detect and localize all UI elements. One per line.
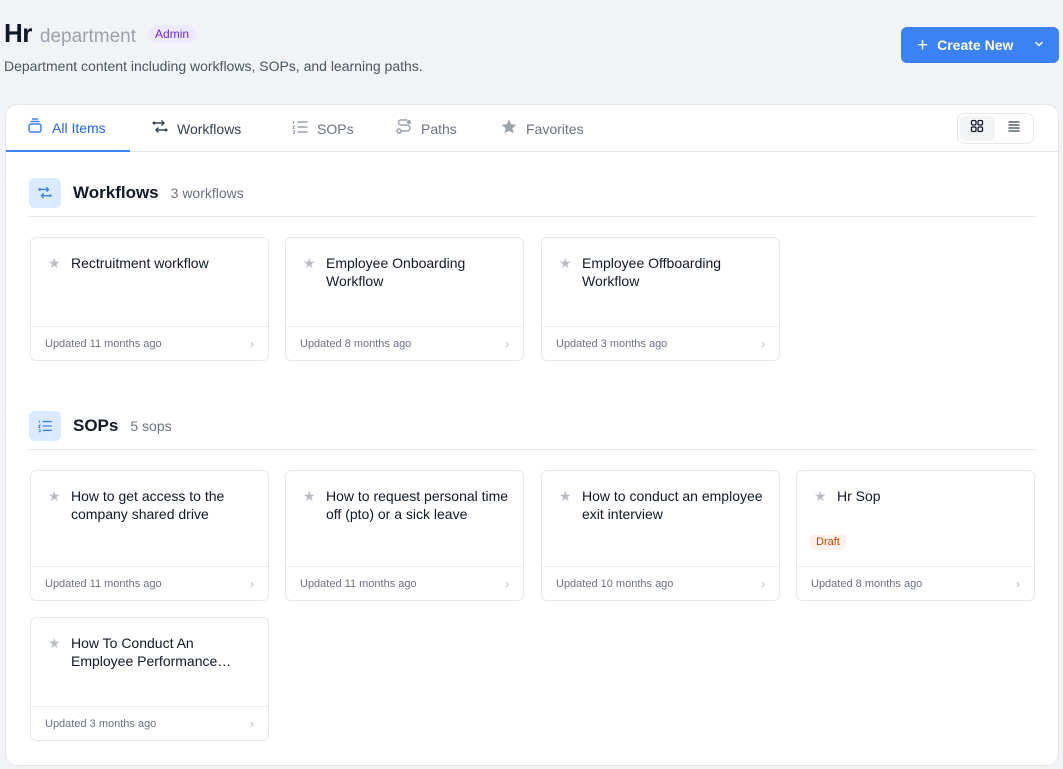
- sop-card[interactable]: ★ How to conduct an employee exit interv…: [541, 470, 780, 601]
- updated-text: Updated 8 months ago: [811, 577, 923, 590]
- list-icon: [291, 118, 309, 139]
- create-new-label: Create New: [937, 37, 1014, 53]
- updated-text: Updated 3 months ago: [45, 717, 157, 730]
- card-title: How to get access to the company shared …: [71, 488, 225, 522]
- card-footer: Updated 8 months ago ›: [797, 566, 1034, 600]
- tab-label: Workflows: [177, 120, 242, 137]
- page-title-suffix: department: [39, 26, 137, 47]
- tab-sops[interactable]: SOPs: [291, 105, 354, 152]
- tab-workflows[interactable]: Workflows: [151, 105, 241, 152]
- favorite-star-icon[interactable]: ★: [48, 635, 61, 652]
- page-title: Hr: [4, 18, 32, 48]
- star-icon: [500, 118, 518, 139]
- view-toggle: [957, 113, 1034, 144]
- workflow-icon: [151, 118, 169, 139]
- sop-card[interactable]: ★ How to get access to the company share…: [30, 470, 269, 601]
- chevron-down-icon: [1033, 37, 1045, 53]
- grid-view-button[interactable]: [960, 116, 995, 141]
- favorite-star-icon[interactable]: ★: [48, 488, 61, 505]
- chevron-right-icon: ›: [505, 576, 509, 591]
- card-footer: Updated 11 months ago ›: [31, 566, 268, 600]
- updated-text: Updated 10 months ago: [556, 577, 674, 590]
- sop-card[interactable]: ★ How to request personal time off (pto)…: [285, 470, 524, 601]
- tab-paths[interactable]: Paths: [395, 105, 457, 152]
- card-footer: Updated 10 months ago ›: [542, 566, 779, 600]
- card-title: Employee Onboarding Workflow: [326, 255, 466, 289]
- updated-text: Updated 11 months ago: [45, 577, 162, 590]
- section-header-sops: SOPs 5 sops: [29, 402, 1035, 450]
- workflow-card[interactable]: ★ Employee Offboarding Workflow Updated …: [541, 237, 780, 361]
- tab-label: Paths: [421, 120, 457, 137]
- chevron-right-icon: ›: [250, 716, 254, 731]
- tab-label: Favorites: [526, 120, 584, 137]
- workflow-card[interactable]: ★ Rectruitment workflow Updated 11 month…: [30, 237, 269, 361]
- chevron-right-icon: ›: [505, 336, 509, 351]
- favorite-star-icon[interactable]: ★: [48, 255, 61, 272]
- section-count: 3 workflows: [170, 184, 244, 201]
- page-subtitle: Department content including workflows, …: [4, 58, 423, 74]
- favorite-star-icon[interactable]: ★: [814, 488, 827, 505]
- section-title: SOPs: [73, 415, 119, 435]
- section-count: 5 sops: [130, 417, 172, 434]
- chevron-right-icon: ›: [1016, 576, 1020, 591]
- draft-badge: Draft: [810, 534, 846, 550]
- card-title: Rectruitment workflow: [71, 255, 209, 271]
- card-title: Employee Offboarding Workflow: [582, 255, 722, 289]
- path-icon: [395, 118, 413, 139]
- favorite-star-icon[interactable]: ★: [303, 488, 316, 505]
- card-footer: Updated 3 months ago ›: [542, 326, 779, 360]
- card-title: How to request personal time off (pto) o…: [326, 488, 509, 522]
- workflow-icon: [29, 177, 61, 208]
- list-icon: [29, 410, 61, 441]
- role-badge: Admin: [148, 24, 197, 43]
- stack-icon: [26, 117, 44, 138]
- chevron-right-icon: ›: [250, 336, 254, 351]
- card-title: Hr Sop: [837, 488, 881, 504]
- chevron-right-icon: ›: [250, 576, 254, 591]
- section-title: Workflows: [73, 182, 159, 202]
- favorite-star-icon[interactable]: ★: [303, 255, 316, 272]
- updated-text: Updated 11 months ago: [45, 337, 162, 350]
- create-new-button[interactable]: + Create New: [901, 27, 1059, 63]
- updated-text: Updated 8 months ago: [300, 337, 412, 350]
- chevron-right-icon: ›: [761, 336, 765, 351]
- updated-text: Updated 3 months ago: [556, 337, 668, 350]
- tab-all-items[interactable]: All Items: [6, 105, 130, 152]
- favorite-star-icon[interactable]: ★: [559, 255, 572, 272]
- workflow-card[interactable]: ★ Employee Onboarding Workflow Updated 8…: [285, 237, 524, 361]
- content-panel: All Items Workflows SOPs Paths Favorites: [5, 104, 1059, 766]
- card-footer: Updated 3 months ago ›: [31, 706, 268, 740]
- card-footer: Updated 11 months ago ›: [286, 566, 523, 600]
- list-view-button[interactable]: [997, 116, 1032, 141]
- card-footer: Updated 11 months ago ›: [31, 326, 268, 360]
- tab-favorites[interactable]: Favorites: [500, 105, 584, 152]
- plus-icon: +: [917, 34, 929, 56]
- card-footer: Updated 8 months ago ›: [286, 326, 523, 360]
- card-title: How to conduct an employee exit intervie…: [582, 488, 763, 522]
- sop-card[interactable]: ★ How To Conduct An Employee Performance…: [30, 617, 269, 741]
- card-title: How To Conduct An Employee Performance R…: [71, 635, 218, 669]
- sop-card[interactable]: ★ Hr Sop Draft Updated 8 months ago ›: [796, 470, 1035, 601]
- list-view-icon: [1007, 119, 1021, 138]
- tab-label: All Items: [52, 119, 106, 136]
- chevron-right-icon: ›: [761, 576, 765, 591]
- favorite-star-icon[interactable]: ★: [559, 488, 572, 505]
- updated-text: Updated 11 months ago: [300, 577, 417, 590]
- tab-label: SOPs: [317, 120, 354, 137]
- section-header-workflows: Workflows 3 workflows: [29, 169, 1035, 217]
- grid-view-icon: [970, 119, 984, 138]
- tab-bar: All Items Workflows SOPs Paths Favorites: [6, 105, 1058, 152]
